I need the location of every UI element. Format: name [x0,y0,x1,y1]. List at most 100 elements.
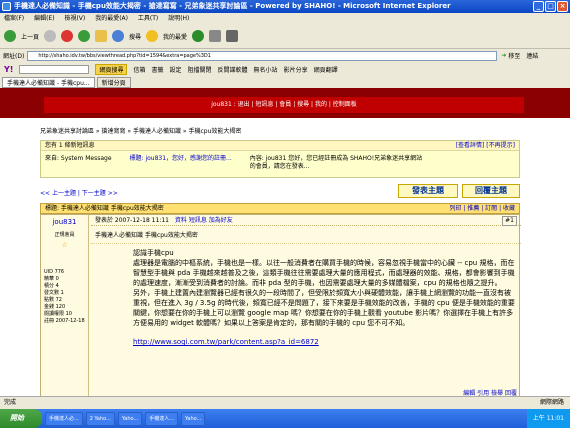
author-stat: 發文數 1 [44,290,64,296]
wretch-link[interactable]: 無名小站 [254,65,278,74]
stop-icon[interactable] [61,30,74,42]
favorites-label[interactable]: 我的最愛 [163,32,187,41]
post-paragraph: 處理器是電腦的中樞系統，手機也是一樣。以往一般消費者在購買手機的時候，容易忽視手… [133,259,515,287]
yahoo-logo[interactable]: Y! [4,65,13,74]
taskbar-item[interactable]: 手機達人必... [45,411,83,426]
post-number[interactable]: #1 [502,216,517,226]
post-main: 發表於 2007-12-18 11:11 資料 短訊息 加為好友 #1 手機達人… [91,215,521,396]
page-content: jou831 : 退出 | 短訊息 | 會員 | 搜尋 | 我的 | 控制面板 … [0,88,570,396]
favorites-star-icon[interactable] [146,30,159,42]
msg-from[interactable]: 來自: System Message [45,155,112,171]
post-subject: 手機達人必備知識 手機cpu效能大揭密 [91,226,521,244]
tab-bar: 手機達人必備知識 - 手機cpu... 新增分頁 [0,76,570,88]
post-user-links[interactable]: 資料 短訊息 加為好友 [175,217,233,224]
mail-icon[interactable] [209,30,222,42]
forum-header: jou831 : 退出 | 短訊息 | 會員 | 搜尋 | 我的 | 控制面板 [0,88,570,118]
post-paragraph: 認識手機cpu [133,249,174,257]
thread-header: 標題: 手機達人必備知識 手機cpu效能大揭密 列印 | 推薦 | 訂閱 | 收… [40,203,520,214]
start-button[interactable]: 開始 [0,409,42,428]
author-name[interactable]: jou831 [44,218,85,226]
author-stat: 閱讀權限 10 [44,311,72,317]
close-button[interactable]: × [557,1,568,12]
post-actions[interactable]: 編輯 引用 檢舉 回覆 [463,388,517,396]
tab-new[interactable]: 新增分頁 [96,76,131,88]
post-date: 發表於 2007-12-18 11:11 [95,217,169,224]
taskbar: 開始 手機達人必... 2 Yaho... Yaho... 手機達人... Ya… [0,409,570,428]
menu-tools[interactable]: 工具(T) [138,15,158,22]
yahoo-search-input[interactable] [19,64,90,74]
window-title: 手機達人必備知識 - 手機cpu效能大揭密 - 搶達寫寫 - 兄弟象迷共享討論區… [14,2,451,10]
menu-favorites[interactable]: 我的最愛(A) [95,15,128,22]
popup-blocker-link[interactable]: 阻擋關閉 [188,65,212,74]
address-input[interactable]: http://shaho.idv.tw/bbs/viewthread.php?t… [27,50,498,61]
msgbox-title: 您有 1 條新短訊息 [45,142,95,149]
settings-link[interactable]: 設定 [170,65,182,74]
back-arrow-icon[interactable] [4,30,16,42]
taskbar-item[interactable]: 手機達人... [145,411,179,426]
breadcrumb[interactable]: 兄弟象迷共享討論區 » 搶達寫寫 » 手機達人必備知識 » 手機cpu效能大揭密 [40,126,241,135]
system-clock: 上午 11:01 [526,409,570,428]
author-role: 正規會員 [54,232,75,238]
security-zone: 網際網路 [539,399,564,406]
msgbox-actions[interactable]: [查看詳情] [不再提示] [456,141,515,151]
post-paragraph: 另外，手機上建置內建瀏覽器已經有很久的一段時間了，但受限於頻寬大小與硬體效能，讓… [133,289,515,327]
home-icon[interactable] [95,30,108,42]
antispyware-link[interactable]: 反間諜軟體 [218,65,248,74]
video-share-link[interactable]: 影片分享 [284,65,308,74]
msg-subject[interactable]: 標題: jou831，您好，感謝您的註冊... [130,155,232,171]
post: jou831 正規會員 ☆ UID 776 精華 0 積分 4 發文數 1 點數… [40,214,521,396]
bookmarks-link[interactable]: 書籤 [151,65,163,74]
taskbar-item[interactable]: Yaho... [117,411,143,426]
search-label[interactable]: 搜尋 [129,32,141,41]
author-stat: 點數 72 [44,297,62,303]
menu-help[interactable]: 說明(H) [168,15,189,22]
toolbar: 上一頁 搜尋 我的最愛 [0,24,570,49]
url-text: http://shaho.idv.tw/bbs/viewthread.php?t… [38,52,211,59]
go-arrow-icon[interactable]: ➜ [501,52,506,59]
reply-button[interactable]: 回覆主題 [462,184,520,198]
author-panel: jou831 正規會員 ☆ UID 776 精華 0 積分 4 發文數 1 點數… [41,215,89,396]
menu-bar: 檔案(F) 編輯(E) 檢視(V) 我的最愛(A) 工具(T) 說明(H) [0,13,570,24]
taskbar-item[interactable]: 2 Yaho... [85,411,115,426]
status-bar: 完成 網際網路 [0,396,570,409]
user-nav[interactable]: jou831 : 退出 | 短訊息 | 會員 | 搜尋 | 我的 | 控制面板 [44,97,524,113]
address-label: 網址(D) [3,53,25,60]
author-stat: 精華 0 [44,276,59,282]
refresh-icon[interactable] [78,30,91,42]
back-label[interactable]: 上一頁 [21,32,39,41]
source-link[interactable]: http://www.sogi.com.tw/park/content.asp?… [91,338,521,346]
author-stat: 金錢 120 [44,304,66,310]
new-topic-button[interactable]: 發表主題 [398,184,458,198]
print-icon[interactable] [226,30,239,42]
links-label[interactable]: 連結 [526,51,538,60]
tab-current[interactable]: 手機達人必備知識 - 手機cpu... [2,76,95,88]
thread-title: 標題: 手機達人必備知識 手機cpu效能大揭密 [45,205,164,212]
search-icon[interactable] [112,30,125,42]
author-stat: 積分 4 [44,283,59,289]
forward-arrow-icon[interactable] [44,30,57,42]
go-button[interactable]: 移至 [508,51,520,60]
status-text: 完成 [4,399,17,406]
msg-content: 內容: jou831 您好，您已經註冊成為 SHAHO!兄弟象迷共享網站 的會員… [249,155,423,170]
taskbar-item[interactable]: Yaho... [181,411,206,426]
maximize-button[interactable]: □ [545,1,556,12]
mail-link[interactable]: 信箱 [133,65,145,74]
author-stat: UID 776 [44,269,65,275]
menu-view[interactable]: 檢視(V) [64,15,85,22]
new-message-notice: 您有 1 條新短訊息 [查看詳情] [不再提示] 來自: System Mess… [40,140,520,178]
menu-file[interactable]: 檔案(F) [4,15,24,22]
post-body: 認識手機cpu 處理器是電腦的中樞系統，手機也是一樣。以往一般消費者在購買手機的… [91,244,521,328]
yahoo-toolbar: Y! 網頁搜尋 信箱 書籤 設定 阻擋關閉 反間諜軟體 無名小站 影片分享 網頁… [0,62,570,76]
topic-navigation[interactable]: << 上一主題 | 下一主題 >> [40,188,118,197]
rank-star-icon: ☆ [61,241,68,249]
translate-link[interactable]: 網頁翻譯 [314,65,338,74]
address-bar: 網址(D) http://shaho.idv.tw/bbs/viewthread… [0,49,570,62]
menu-edit[interactable]: 編輯(E) [34,15,54,22]
window-titlebar: 手機達人必備知識 - 手機cpu效能大揭密 - 搶達寫寫 - 兄弟象迷共享討論區… [0,0,570,13]
web-search-button[interactable]: 網頁搜尋 [95,63,128,75]
thread-actions[interactable]: 列印 | 推薦 | 訂閱 | 收藏 [449,204,515,214]
author-stat: 註冊 2007-12-18 [44,318,85,324]
minimize-button[interactable]: _ [533,1,544,12]
history-icon[interactable] [192,30,205,42]
ie-icon [2,2,11,11]
